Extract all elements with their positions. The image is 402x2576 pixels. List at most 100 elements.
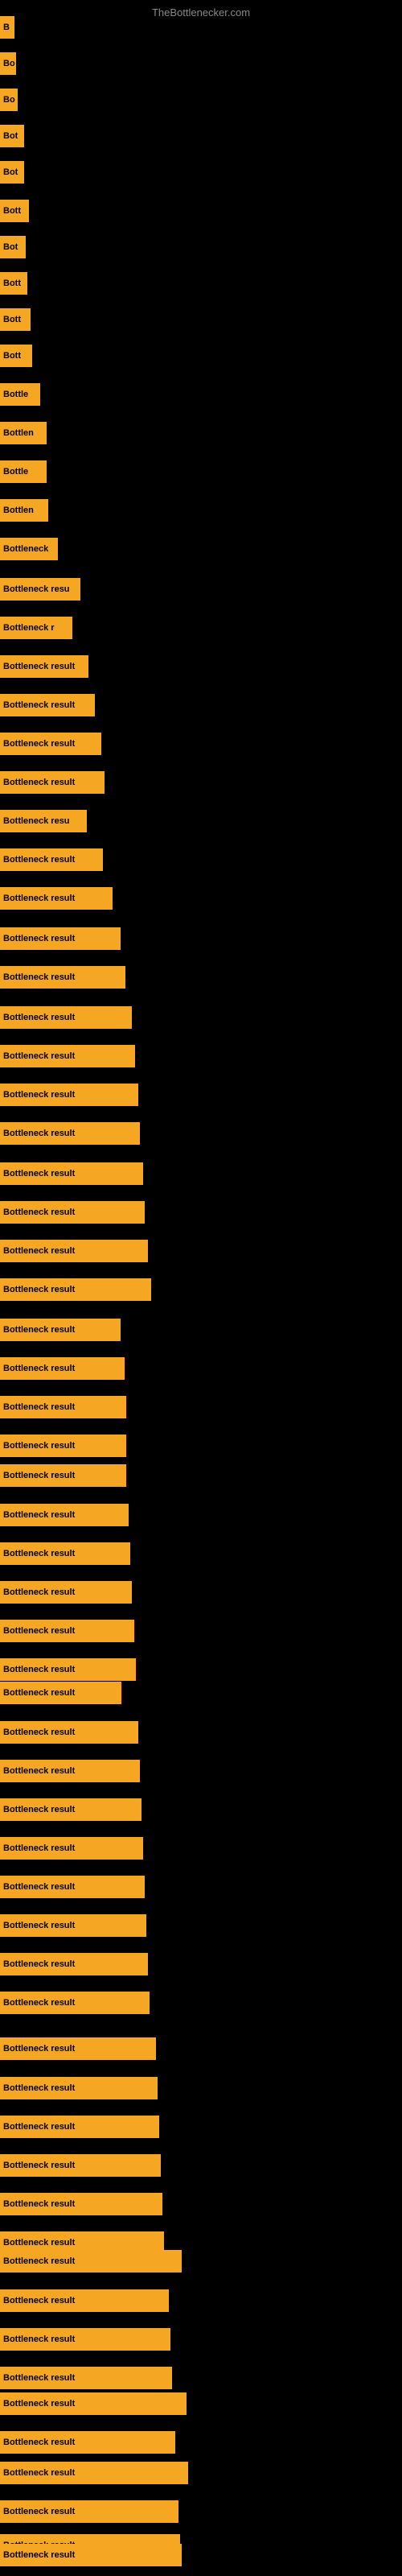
bar-label: Bottleneck result: [3, 1665, 75, 1674]
bar-item: Bottleneck result: [0, 887, 113, 910]
bar-item: Bottleneck result: [0, 1319, 121, 1341]
bar-item: Bottle: [0, 460, 47, 483]
bar-label: Bottleneck result: [3, 934, 75, 943]
bar-item: Bottleneck result: [0, 1581, 132, 1604]
bar-label: Bottle: [3, 390, 28, 399]
bar-label: Bottleneck result: [3, 1998, 75, 2008]
bar-label: Bottleneck result: [3, 2256, 75, 2266]
bar-item: Bottleneck result: [0, 2193, 162, 2215]
bar-label: Bottleneck result: [3, 1587, 75, 1597]
bar-item: Bot: [0, 236, 26, 258]
bar-label: Bot: [3, 242, 18, 252]
bar-item: Bottleneck result: [0, 1876, 145, 1898]
bar-label: Bottleneck result: [3, 2161, 75, 2170]
bar-item: Bottleneck result: [0, 966, 125, 989]
bar-item: Bottleneck result: [0, 2250, 182, 2273]
bar-item: Bottleneck result: [0, 733, 101, 755]
bar-label: Bottleneck result: [3, 1882, 75, 1892]
bar-label: Bottleneck result: [3, 1728, 75, 1737]
bar-item: Bottleneck result: [0, 2392, 187, 2415]
bar-label: Bottleneck result: [3, 1325, 75, 1335]
bar-label: Bottleneck result: [3, 1626, 75, 1636]
bar-item: Bottleneck result: [0, 2116, 159, 2138]
bar-item: Bottleneck result: [0, 2154, 161, 2177]
bar-label: Bottleneck result: [3, 700, 75, 710]
bar-item: Bottleneck result: [0, 1953, 148, 1975]
bar-label: Bottleneck result: [3, 2438, 75, 2447]
bar-item: Bot: [0, 161, 24, 184]
bar-label: Bottleneck result: [3, 2122, 75, 2132]
bar-item: Bott: [0, 200, 29, 222]
bar-item: Bottleneck r: [0, 617, 72, 639]
bar-item: Bottleneck result: [0, 771, 105, 794]
bar-label: Bottleneck result: [3, 2083, 75, 2093]
bar-label: Bottleneck result: [3, 1959, 75, 1969]
bar-label: Bottleneck result: [3, 2044, 75, 2054]
bar-label: B: [3, 23, 10, 32]
bar-label: Bottleneck result: [3, 2296, 75, 2306]
bar-item: Bottleneck result: [0, 2462, 188, 2484]
bar-item: Bott: [0, 272, 27, 295]
bar-label: Bottleneck result: [3, 662, 75, 671]
bar-item: Bottleneck result: [0, 1122, 140, 1145]
bar-item: Bottleneck result: [0, 1504, 129, 1526]
bar-label: Bottleneck result: [3, 1843, 75, 1853]
bar-item: Bottleneck result: [0, 1464, 126, 1487]
bar-label: Bottleneck result: [3, 1549, 75, 1558]
bar-item: Bottleneck result: [0, 2328, 170, 2351]
bar-label: Bottle: [3, 467, 28, 477]
bar-item: Bottleneck: [0, 538, 58, 560]
bar-label: Bottleneck result: [3, 1246, 75, 1256]
bar-item: B: [0, 16, 14, 39]
bar-label: Bott: [3, 279, 21, 288]
bar-item: Bottleneck result: [0, 2500, 178, 2523]
bar-label: Bottleneck result: [3, 1285, 75, 1294]
bar-item: Bottleneck resu: [0, 810, 87, 832]
bar-label: Bottleneck result: [3, 2550, 75, 2560]
bar-label: Bottleneck result: [3, 894, 75, 903]
bar-label: Bottleneck result: [3, 1013, 75, 1022]
bar-item: Bottleneck result: [0, 1006, 132, 1029]
bar-label: Bottleneck resu: [3, 584, 70, 594]
bar-label: Bottleneck result: [3, 1169, 75, 1179]
bar-label: Bottleneck result: [3, 1921, 75, 1930]
bar-item: Bott: [0, 308, 31, 331]
bar-item: Bottleneck result: [0, 848, 103, 871]
bar-label: Bottleneck result: [3, 739, 75, 749]
bar-label: Bottleneck result: [3, 2399, 75, 2409]
bar-item: Bottleneck result: [0, 1045, 135, 1067]
bar-item: Bottleneck resu: [0, 578, 80, 601]
bar-item: Bo: [0, 52, 16, 75]
bar-item: Bottleneck result: [0, 2431, 175, 2454]
bar-item: Bott: [0, 345, 32, 367]
bar-item: Bottleneck result: [0, 655, 88, 678]
bar-label: Bottlen: [3, 428, 34, 438]
bar-item: Bottleneck result: [0, 1798, 142, 1821]
bar-label: Bo: [3, 95, 15, 105]
bar-item: Bottleneck result: [0, 694, 95, 716]
bar-item: Bottleneck result: [0, 1914, 146, 1937]
bar-label: Bottleneck: [3, 544, 48, 554]
bar-item: Bottleneck result: [0, 2289, 169, 2312]
bar-item: Bottleneck result: [0, 1201, 145, 1224]
bar-label: Bottleneck r: [3, 623, 55, 633]
bar-label: Bottleneck result: [3, 2199, 75, 2209]
bar-item: Bottleneck result: [0, 1396, 126, 1418]
bar-item: Bottleneck result: [0, 1992, 150, 2014]
bar-item: Bottleneck result: [0, 1837, 143, 1860]
bar-item: Bottlen: [0, 422, 47, 444]
bar-label: Bott: [3, 351, 21, 361]
bar-item: Bottleneck result: [0, 1760, 140, 1782]
bar-label: Bottleneck result: [3, 778, 75, 787]
bar-item: Bottleneck result: [0, 1658, 136, 1681]
bar-label: Bottleneck result: [3, 1510, 75, 1520]
bar-item: Bottleneck result: [0, 1721, 138, 1744]
bar-label: Bot: [3, 131, 18, 141]
bar-label: Bottleneck result: [3, 2507, 75, 2516]
bar-item: Bot: [0, 125, 24, 147]
bar-label: Bottleneck result: [3, 2334, 75, 2344]
bar-label: Bottlen: [3, 506, 34, 515]
bar-label: Bottleneck result: [3, 1208, 75, 1217]
bar-item: Bottle: [0, 383, 40, 406]
bar-label: Bottleneck result: [3, 972, 75, 982]
